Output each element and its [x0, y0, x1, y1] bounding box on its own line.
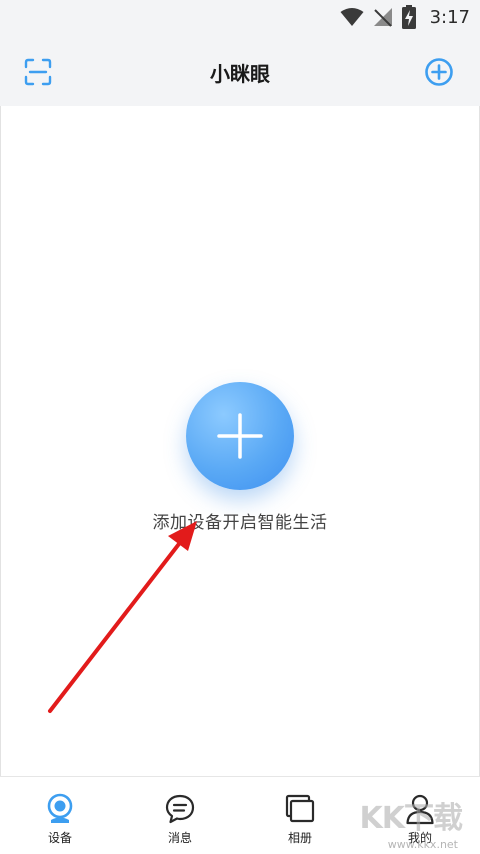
tab-messages[interactable]: 消息: [120, 777, 240, 854]
app-bar: 小眯眼: [0, 36, 480, 106]
bottom-nav: 设备 消息 相册 我的: [0, 776, 480, 853]
tab-album[interactable]: 相册: [240, 777, 360, 854]
tab-me[interactable]: 我的: [360, 777, 480, 854]
add-device-button[interactable]: [186, 382, 294, 490]
camera-icon: [47, 793, 73, 823]
wifi-icon: [340, 8, 364, 26]
plus-icon: [217, 413, 263, 459]
battery-charging-icon: [401, 5, 416, 29]
tab-messages-label: 消息: [167, 831, 192, 845]
status-bar: 3:17: [0, 0, 480, 36]
user-icon: [406, 794, 434, 825]
message-icon: [165, 794, 195, 824]
add-device-icon[interactable]: [424, 57, 454, 87]
tab-me-label: 我的: [407, 831, 432, 845]
tab-devices-label: 设备: [47, 831, 72, 845]
empty-hint: 添加设备开启智能生活: [152, 513, 328, 533]
tab-album-label: 相册: [287, 831, 312, 845]
album-icon: [285, 794, 315, 823]
no-signal-icon: [373, 8, 392, 27]
status-icons: 3:17: [340, 5, 470, 29]
status-time: 3:17: [429, 6, 470, 28]
page-title: 小眯眼: [210, 62, 270, 86]
tab-devices[interactable]: 设备: [0, 777, 120, 854]
